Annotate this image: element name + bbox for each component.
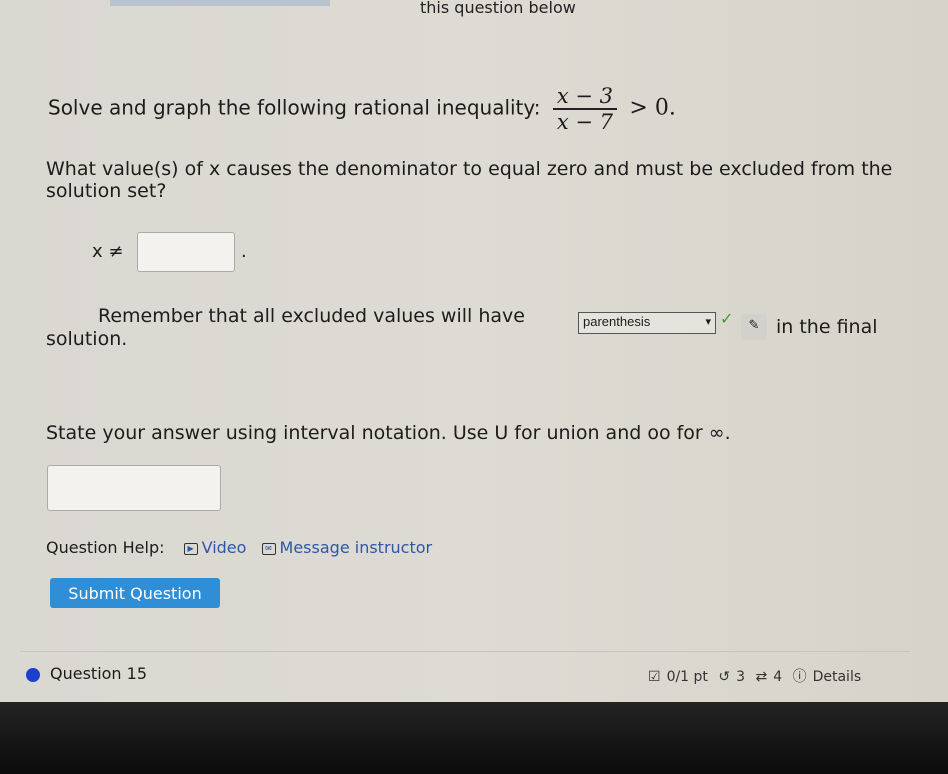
- question-prompt: Solve and graph the following rational i…: [48, 84, 676, 134]
- edit-icon[interactable]: ✎: [741, 314, 767, 340]
- interval-answer-input[interactable]: [47, 465, 221, 511]
- part3-text: State your answer using interval notatio…: [46, 422, 731, 444]
- video-icon: ▶: [183, 542, 198, 555]
- in-the-final-text: in the final: [776, 316, 878, 338]
- checkbox-icon: ☑: [648, 669, 661, 685]
- attempts-icon: ⇄: [755, 669, 768, 685]
- denominator: x − 7: [556, 110, 614, 134]
- next-question[interactable]: Question 15: [26, 664, 147, 683]
- question-help: Question Help: ▶ Video ✉ Message instructo…: [46, 538, 432, 557]
- remember-text: Remember that all excluded values will h…: [98, 305, 525, 327]
- excluded-value-row: x ≠ .: [92, 232, 247, 272]
- solution-text: solution.: [46, 328, 128, 350]
- retries: 3: [736, 669, 746, 685]
- attempts: 4: [773, 669, 783, 685]
- numerator: x − 3: [552, 84, 618, 110]
- message-instructor-link[interactable]: ✉ Message instructor: [261, 538, 433, 557]
- check-icon: ✓: [720, 309, 734, 328]
- period: .: [240, 241, 247, 262]
- status-dot-icon: [26, 667, 40, 682]
- select-value: parenthesis: [583, 314, 651, 329]
- prompt-text: Solve and graph the following rational i…: [48, 95, 541, 120]
- top-tab: [110, 0, 330, 6]
- question-title: Question 15: [50, 664, 148, 683]
- retry-icon: ↺: [718, 669, 731, 685]
- part1-text: What value(s) of x causes the denominato…: [46, 158, 893, 202]
- x-not-equal-label: x ≠: [92, 241, 124, 262]
- info-icon: ⓘ: [792, 669, 807, 685]
- divider: [20, 651, 910, 652]
- video-link[interactable]: ▶ Video: [183, 538, 247, 557]
- screen-bezel: [0, 702, 948, 774]
- submit-question-button[interactable]: Submit Question: [50, 578, 220, 608]
- question-meta: ☑ 0/1 pt ↺ 3 ⇄ 4 ⓘ Details: [648, 666, 867, 686]
- mail-icon: ✉: [261, 542, 276, 555]
- points: 0/1 pt: [666, 669, 708, 685]
- relation: > 0.: [629, 95, 676, 121]
- bracket-type-select[interactable]: parenthesis ▾: [578, 312, 716, 334]
- excluded-value-input[interactable]: [137, 232, 236, 272]
- video-label: Video: [201, 538, 247, 557]
- chevron-down-icon: ▾: [705, 316, 711, 328]
- message-label: Message instructor: [279, 538, 433, 557]
- fraction: x − 3 x − 7: [552, 84, 618, 134]
- help-label: Question Help:: [46, 538, 165, 557]
- retry-note: this question below: [420, 0, 576, 17]
- details-link[interactable]: Details: [813, 669, 862, 685]
